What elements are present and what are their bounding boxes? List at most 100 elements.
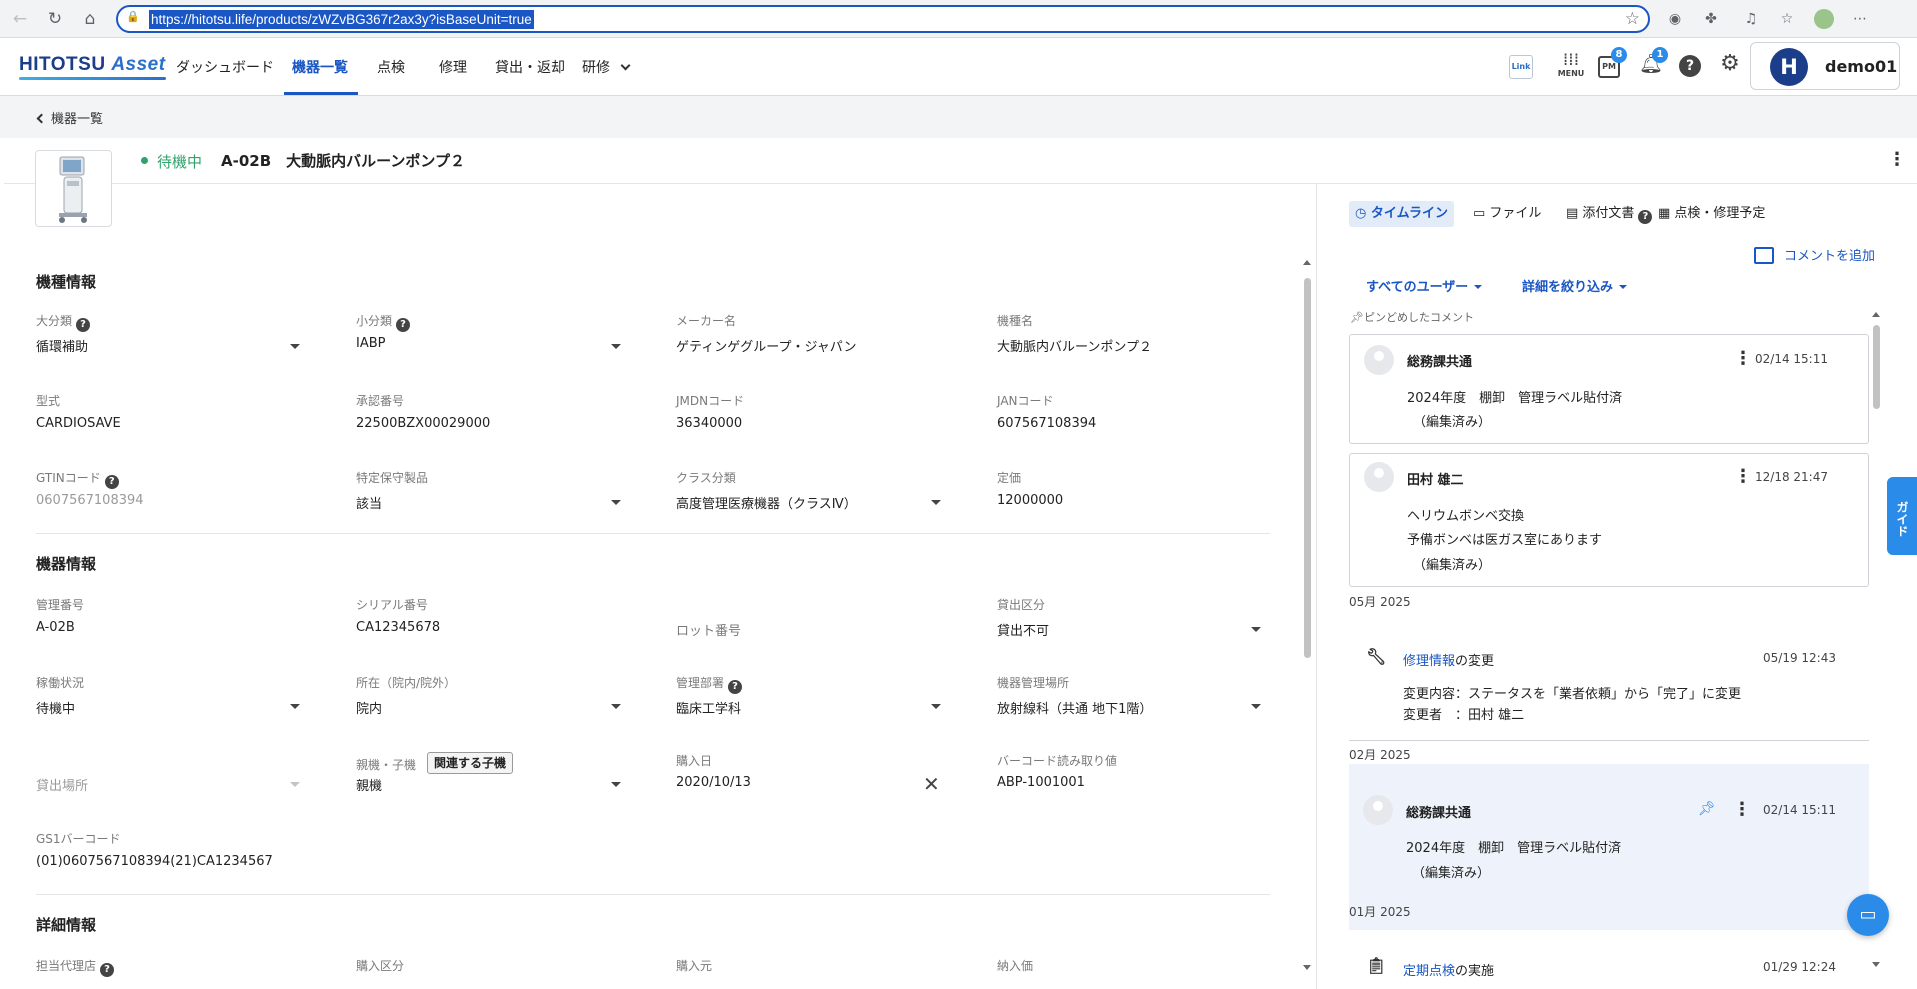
breadcrumb-back-link[interactable]: 機器一覧: [36, 108, 103, 127]
value-lending-type[interactable]: 貸出不可: [997, 620, 1049, 639]
clear-icon[interactable]: ✕: [923, 772, 940, 796]
value-storage[interactable]: 放射線科（共通 地下1階）: [997, 698, 1152, 717]
label-maker: メーカー名: [676, 314, 737, 328]
guide-tab[interactable]: ガイド: [1887, 477, 1917, 555]
more-vert-icon[interactable]: ⋮: [1733, 801, 1751, 819]
dropdown-caret-icon[interactable]: [1251, 627, 1261, 632]
bookmark-star-icon[interactable]: ☆: [1625, 9, 1640, 29]
label-storage: 機器管理場所: [997, 676, 1070, 690]
comment-time: 02/14 15:11: [1755, 352, 1828, 366]
dropdown-caret-icon[interactable]: [611, 344, 621, 349]
comment-text: ヘリウムボンベ交換: [1407, 509, 1525, 524]
dropdown-caret-icon[interactable]: [611, 704, 621, 709]
label-model-type: 型式: [36, 394, 61, 408]
read-aloud-icon[interactable]: ♫: [1741, 9, 1761, 29]
extension-icon[interactable]: ◉: [1665, 9, 1685, 29]
favorites-icon[interactable]: ☆: [1777, 9, 1797, 29]
site-info-icon[interactable]: 🔒: [126, 10, 144, 28]
repair-info-link[interactable]: 修理情報: [1403, 654, 1455, 669]
nav-equipment-list[interactable]: 機器一覧: [292, 57, 348, 77]
value-parent-child[interactable]: 親機: [356, 775, 382, 794]
avatar: [1363, 795, 1393, 825]
help-icon[interactable]: ?: [728, 680, 743, 694]
label-model-name: 機種名: [997, 314, 1034, 328]
value-dept[interactable]: 臨床工学科: [676, 698, 741, 717]
pinned-comment-card[interactable]: 田村 雄二 ⋮ 12/18 21:47 ヘリウムボンベ交換 予備ボンベは医ガス室…: [1349, 453, 1869, 587]
dropdown-caret-icon[interactable]: [611, 782, 621, 787]
chat-bubble-icon[interactable]: ▭: [1847, 894, 1889, 936]
tab-files[interactable]: ▭ ファイル: [1473, 201, 1541, 227]
dropdown-caret-icon[interactable]: [611, 500, 621, 505]
url-text[interactable]: https://hitotsu.life/products/zWZvBG367r…: [149, 10, 534, 29]
value-operation[interactable]: 待機中: [36, 698, 75, 717]
value-category-large[interactable]: 循環補助: [36, 336, 88, 355]
link-icon[interactable]: Link: [1509, 55, 1533, 79]
label-parent-child: 親機・子機: [356, 758, 417, 772]
scroll-up-icon[interactable]: [1303, 260, 1311, 265]
dropdown-caret-icon[interactable]: [290, 704, 300, 709]
nav-inspection[interactable]: 点検: [377, 57, 405, 77]
puzzle-icon[interactable]: ✤: [1701, 9, 1721, 29]
user-name: demo01: [1825, 57, 1898, 76]
menu-label: MENU: [1557, 69, 1585, 78]
nav-lending[interactable]: 貸出・返却: [495, 57, 565, 77]
pinned-comment-card[interactable]: 総務課共通 ⋮ 02/14 15:11 2024年度 棚卸 管理ラベル貼付済 （…: [1349, 334, 1869, 444]
pin-icon[interactable]: 📌︎: [1698, 801, 1716, 817]
value-jmdn: 36340000: [676, 416, 743, 431]
filter-detail-dropdown[interactable]: 詳細を絞り込み: [1522, 276, 1628, 295]
timeline-scroll-thumb[interactable]: [1873, 325, 1880, 409]
help-icon[interactable]: ?: [104, 475, 119, 489]
app-logo[interactable]: HITOTSU Asset: [19, 54, 166, 80]
inspection-link[interactable]: 定期点検: [1403, 964, 1455, 979]
scroll-down-icon[interactable]: [1303, 965, 1311, 970]
more-vert-icon[interactable]: ⋮: [1734, 350, 1752, 368]
filter-users-label: すべてのユーザー: [1366, 280, 1469, 295]
more-vert-icon[interactable]: ⋮: [1888, 151, 1906, 169]
help-icon[interactable]: ?: [76, 318, 91, 332]
value-class[interactable]: 高度管理医療機器（クラスⅣ）: [676, 493, 857, 512]
dropdown-caret-icon[interactable]: [1251, 704, 1261, 709]
filter-users-dropdown[interactable]: すべてのユーザー: [1366, 276, 1483, 295]
add-comment-button[interactable]: コメントを追加: [1754, 245, 1875, 264]
detail-scroll-thumb[interactable]: [1304, 278, 1311, 658]
related-child-button[interactable]: 関連する子機: [427, 752, 514, 774]
comment-time: 02/14 15:11: [1763, 803, 1836, 817]
address-bar[interactable]: 🔒 https://hitotsu.life/products/zWZvBG36…: [116, 5, 1650, 33]
value-location[interactable]: 院内: [356, 698, 382, 717]
comment-icon: [1754, 247, 1774, 264]
gear-icon[interactable]: ⚙: [1718, 52, 1742, 76]
value-purchase-date[interactable]: 2020/10/13: [676, 775, 751, 790]
right-panel-divider: [1316, 184, 1317, 989]
equipment-thumbnail[interactable]: [35, 150, 112, 227]
nav-training[interactable]: 研修: [582, 57, 631, 77]
profile-avatar-icon[interactable]: [1814, 9, 1834, 29]
status-text: 待機中: [157, 153, 203, 171]
scroll-down-icon[interactable]: [1872, 962, 1880, 967]
help-icon[interactable]: ?: [396, 318, 411, 332]
value-lend-place-placeholder[interactable]: 貸出場所: [36, 775, 88, 794]
value-lot-no-placeholder[interactable]: ロット番号: [676, 620, 741, 639]
value-category-small[interactable]: IABP: [356, 336, 386, 351]
dropdown-caret-icon[interactable]: [290, 344, 300, 349]
reload-icon[interactable]: ↻: [43, 7, 67, 31]
value-special-maint[interactable]: 該当: [356, 493, 382, 512]
nav-dashboard[interactable]: ダッシュボード: [176, 57, 274, 77]
help-icon[interactable]: ?: [1638, 210, 1653, 224]
help-icon[interactable]: ?: [1679, 55, 1701, 77]
dropdown-caret-icon[interactable]: [931, 500, 941, 505]
tab-schedule[interactable]: ▦ 点検・修理予定: [1658, 201, 1765, 227]
scroll-up-icon[interactable]: [1872, 312, 1880, 317]
dropdown-caret-icon[interactable]: [931, 704, 941, 709]
back-arrow-icon[interactable]: ←: [8, 7, 32, 31]
user-menu[interactable]: H demo01: [1750, 42, 1900, 90]
tab-timeline[interactable]: ◷ タイムライン: [1349, 201, 1454, 227]
menu-grid-icon[interactable]: ⁞⁞⁞ MENU: [1556, 52, 1586, 82]
more-menu-icon[interactable]: ⋯: [1850, 9, 1870, 29]
equipment-image-icon: [59, 156, 87, 223]
more-vert-icon[interactable]: ⋮: [1734, 468, 1752, 486]
comment-edited-note: （編集済み）: [1412, 866, 1491, 881]
help-icon[interactable]: ?: [100, 963, 115, 977]
home-icon[interactable]: ⌂: [78, 7, 102, 31]
tab-attached-docs[interactable]: ▤ 添付文書?: [1566, 201, 1653, 227]
nav-repair[interactable]: 修理: [439, 57, 467, 77]
